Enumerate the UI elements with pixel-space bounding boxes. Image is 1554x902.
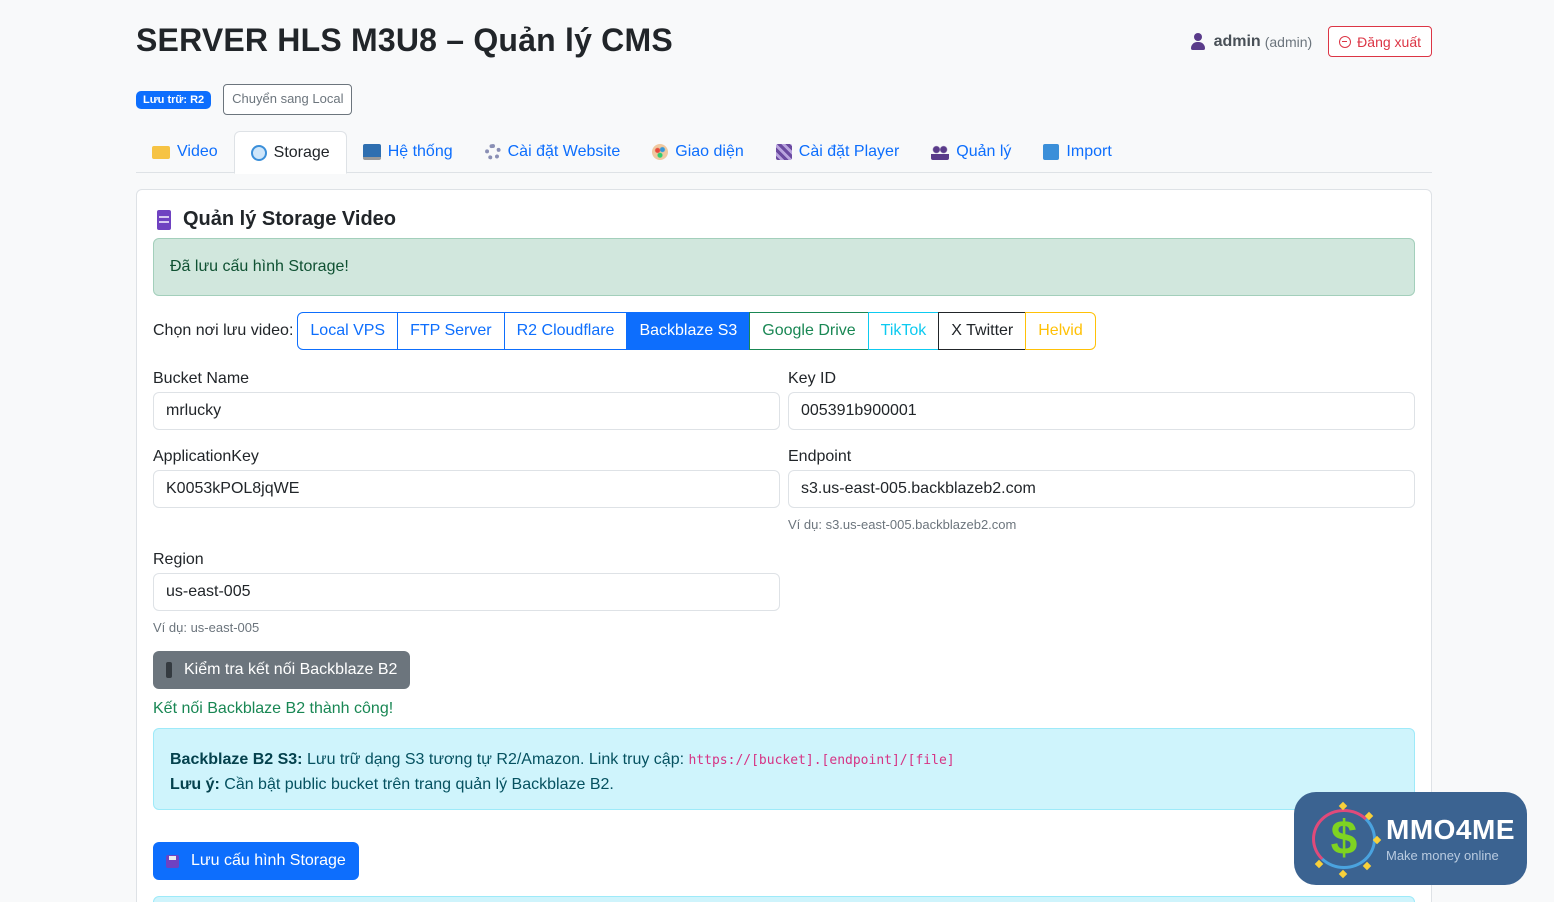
page-container: SERVER HLS M3U8 – Quản lý CMS admin (adm… xyxy=(136,0,1432,902)
page-title: SERVER HLS M3U8 – Quản lý CMS xyxy=(136,22,673,58)
logo-text: MMO4ME Make money online xyxy=(1386,814,1515,863)
storage-option-google-drive[interactable]: Google Drive xyxy=(749,312,869,350)
storage-option-x-twitter[interactable]: X Twitter xyxy=(938,312,1027,350)
url-pattern: https://[bucket].[endpoint]/[file] xyxy=(688,753,955,768)
key-id-group: Key ID 005391b900001 xyxy=(788,370,1415,430)
user-area: admin (admin) Đăng xuất xyxy=(1190,26,1432,57)
user-name: admin xyxy=(1213,32,1261,50)
info-line-1-text: Lưu trữ dạng S3 tương tự R2/Amazon. Link… xyxy=(302,751,689,768)
tab-label: Video xyxy=(177,143,218,160)
bucket-name-input[interactable]: mrlucky xyxy=(153,392,780,430)
storage-option-local-vps[interactable]: Local VPS xyxy=(297,312,399,350)
gear-icon xyxy=(484,144,501,160)
application-key-input[interactable]: K0053kPOL8jqWE xyxy=(153,470,780,508)
info-line-2: Lưu ý: Cần bật public bucket trên trang … xyxy=(170,773,1398,797)
storage-option-ftp[interactable]: FTP Server xyxy=(397,312,505,350)
connection-result: Kết nối Backblaze B2 thành công! xyxy=(153,700,394,717)
logout-button[interactable]: Đăng xuất xyxy=(1328,26,1432,57)
file-cabinet-icon xyxy=(157,209,171,230)
card-title-text: Quản lý Storage Video xyxy=(183,208,397,230)
dollar-logo-icon: $ xyxy=(1304,799,1384,879)
storage-chooser: Chọn nơi lưu video: Local VPS FTP Server… xyxy=(153,312,1096,350)
tab-label: Hệ thống xyxy=(387,143,453,160)
tab-label: Cài đặt Website xyxy=(507,143,621,160)
storage-option-tiktok[interactable]: TikTok xyxy=(867,312,940,350)
storage-card: Quản lý Storage Video Đã lưu cấu hình St… xyxy=(136,189,1432,902)
tab-storage[interactable]: Storage xyxy=(233,131,347,174)
bucket-name-group: Bucket Name mrlucky xyxy=(153,370,780,430)
tab-management[interactable]: Quản lý xyxy=(915,131,1027,173)
tab-video[interactable]: Video xyxy=(136,131,234,173)
info-alert: Backblaze B2 S3: Lưu trữ dạng S3 tương t… xyxy=(153,728,1415,810)
info-line-1-bold: Backblaze B2 S3: xyxy=(170,751,303,768)
floppy-disk-icon xyxy=(166,854,179,868)
folder-icon xyxy=(152,145,170,159)
logo-name: MMO4ME xyxy=(1386,814,1515,845)
success-alert: Đã lưu cấu hình Storage! xyxy=(153,238,1415,296)
tab-theme[interactable]: Giao diện xyxy=(636,131,760,173)
tab-import[interactable]: Import xyxy=(1027,131,1127,173)
region-help: Ví dụ: us-east-005 xyxy=(153,620,260,635)
storage-status-row: Lưu trữ: R2 Chuyển sang Local xyxy=(136,84,353,115)
user-icon xyxy=(1190,32,1206,51)
bucket-name-label: Bucket Name xyxy=(153,370,250,387)
tab-label: Giao diện xyxy=(675,143,744,160)
region-label: Region xyxy=(153,551,204,568)
tab-system[interactable]: Hệ thống xyxy=(347,131,469,173)
logo-tagline: Make money online xyxy=(1386,848,1499,863)
bottom-info-strip xyxy=(153,896,1415,902)
storage-badge: Lưu trữ: R2 xyxy=(136,90,212,109)
info-line-2-bold: Lưu ý: xyxy=(170,776,220,793)
info-line-2-text: Cần bật public bucket trên trang quản lý… xyxy=(219,776,614,793)
monitor-icon xyxy=(362,144,381,160)
plug-icon xyxy=(166,662,172,678)
storage-options: Local VPS FTP Server R2 Cloudflare Backb… xyxy=(297,312,1096,350)
tab-player-settings[interactable]: Cài đặt Player xyxy=(760,131,916,173)
endpoint-group: Endpoint s3.us-east-005.backblazeb2.com … xyxy=(788,448,1415,532)
endpoint-help: Ví dụ: s3.us-east-005.backblazeb2.com xyxy=(788,517,1017,532)
region-input[interactable]: us-east-005 xyxy=(153,573,780,611)
palette-icon xyxy=(652,144,669,160)
test-connection-label: Kiểm tra kết nối Backblaze B2 xyxy=(184,661,398,678)
endpoint-input[interactable]: s3.us-east-005.backblazeb2.com xyxy=(788,470,1415,508)
page-header: SERVER HLS M3U8 – Quản lý CMS admin (adm… xyxy=(136,0,1432,80)
logout-icon xyxy=(1339,35,1352,48)
download-icon xyxy=(1043,144,1060,160)
mmo4me-watermark: $ MMO4ME Make money online xyxy=(1294,792,1527,885)
info-line-1: Backblaze B2 S3: Lưu trữ dạng S3 tương t… xyxy=(170,748,1398,773)
logout-label: Đăng xuất xyxy=(1357,33,1421,50)
save-storage-button[interactable]: Lưu cấu hình Storage xyxy=(153,842,359,880)
tab-label: Cài đặt Player xyxy=(798,143,900,160)
tab-label: Quản lý xyxy=(956,143,1012,160)
key-id-label: Key ID xyxy=(788,370,837,387)
test-connection-button[interactable]: Kiểm tra kết nối Backblaze B2 xyxy=(153,651,411,689)
user-role: (admin) xyxy=(1264,33,1313,50)
storage-option-r2[interactable]: R2 Cloudflare xyxy=(503,312,628,350)
tab-website-settings[interactable]: Cài đặt Website xyxy=(469,131,637,173)
choose-label: Chọn nơi lưu video: xyxy=(153,322,294,339)
switch-storage-button[interactable]: Chuyển sang Local xyxy=(223,84,353,115)
application-key-label: ApplicationKey xyxy=(153,448,259,465)
tab-label: Storage xyxy=(273,143,330,161)
key-id-input[interactable]: 005391b900001 xyxy=(788,392,1415,430)
tab-label: Import xyxy=(1066,143,1112,160)
users-icon xyxy=(931,144,950,160)
card-title: Quản lý Storage Video xyxy=(157,208,396,231)
main-tabs: Video Storage Hệ thống Cài đặt Website G… xyxy=(136,131,1432,174)
storage-option-helvid[interactable]: Helvid xyxy=(1025,312,1096,350)
application-key-group: ApplicationKey K0053kPOL8jqWE xyxy=(153,448,780,508)
globe-icon xyxy=(250,144,267,161)
clapper-icon xyxy=(775,144,792,160)
save-storage-label: Lưu cấu hình Storage xyxy=(191,852,346,869)
endpoint-label: Endpoint xyxy=(788,448,852,465)
storage-option-backblaze[interactable]: Backblaze S3 xyxy=(626,312,751,350)
region-group: Region us-east-005 Ví dụ: us-east-005 xyxy=(153,551,780,635)
